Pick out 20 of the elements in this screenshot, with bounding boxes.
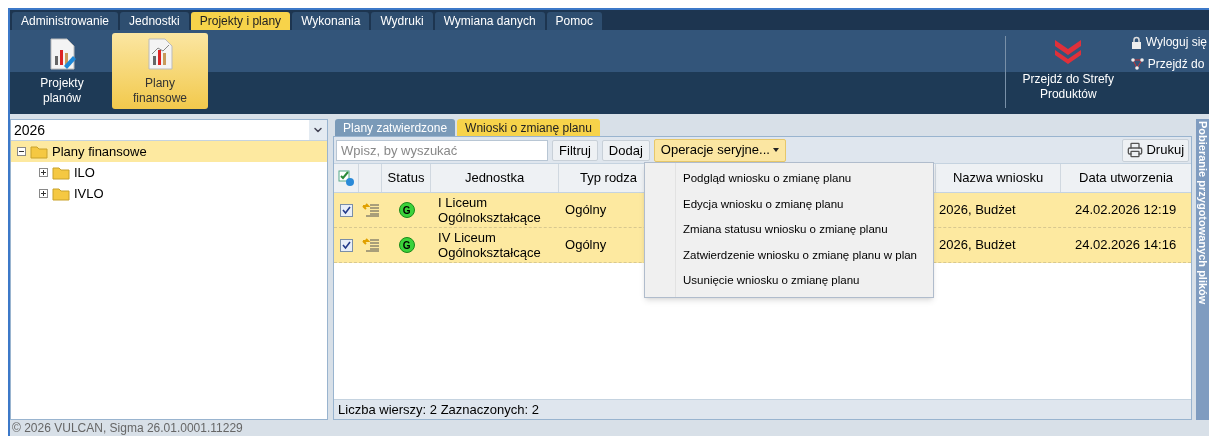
table-cell-text: 2026, Budżet bbox=[938, 236, 1017, 255]
footer-text: © 2026 VULCAN, Sigma 26.01.0001.11229 bbox=[12, 421, 243, 435]
table-cell-text: 24.02.2026 14:16 bbox=[1073, 236, 1178, 255]
status-badge: G bbox=[398, 202, 415, 218]
menu-item-label: Edycja wniosku o zmianę planu bbox=[683, 196, 844, 212]
menu-item-label: Zatwierdzenie wniosku o zmianę planu w plan bbox=[683, 247, 917, 263]
table-cell-text: 24.02.2026 12:19 bbox=[1073, 201, 1178, 220]
tree-label: Plany finansowe bbox=[52, 142, 147, 161]
table-cell-text: IV Liceum Ogólnokształcące bbox=[437, 230, 542, 260]
menu-item-label: Zmiana statusu wniosku o zmianę planu bbox=[683, 222, 888, 238]
tree-label: IVLO bbox=[74, 184, 104, 203]
table-cell-text: 2026, Budżet bbox=[938, 201, 1017, 220]
menu-item-label: Usunięcie wniosku o zmianę planu bbox=[683, 273, 860, 289]
status-bar: Liczba wierszy: 2 Zaznaczonych: 2 bbox=[334, 399, 1192, 419]
status-badge: G bbox=[398, 237, 415, 253]
table-cell-text: Ogólny bbox=[564, 201, 608, 220]
menu-item-label: Podgląd wniosku o zmianę planu bbox=[683, 171, 852, 187]
tree-label: ILO bbox=[74, 163, 95, 182]
table-cell-text: Ogólny bbox=[564, 236, 608, 255]
table-cell-text: I Liceum Ogólnokształcące bbox=[437, 195, 542, 225]
